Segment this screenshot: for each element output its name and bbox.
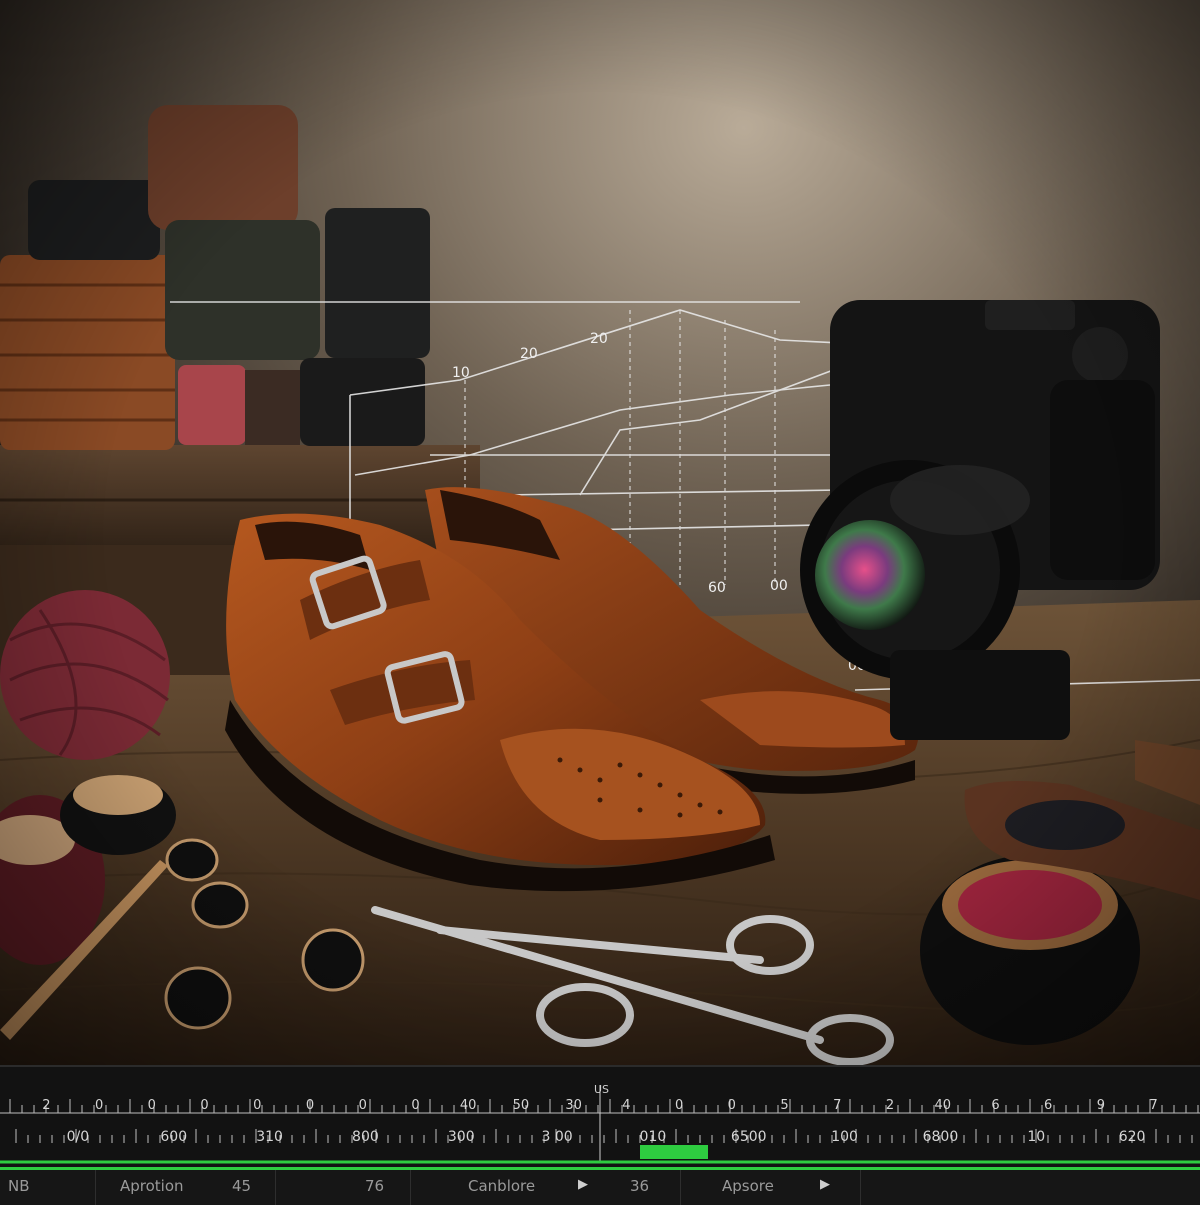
ruler-top-label: 30 (565, 1098, 582, 1113)
ruler-top-label: 0 (411, 1098, 419, 1113)
timeline-toolbar: NB Aprotion 45 76 Canblore ▶ 36 Apsore ▶ (0, 1167, 1200, 1205)
ruler-top-label: 40 (934, 1098, 951, 1113)
ruler-bottom-label: 600 (160, 1129, 187, 1145)
ruler-top-label: 7 (1149, 1098, 1157, 1113)
ruler-bottom-label: 010 (640, 1129, 667, 1145)
play-icon[interactable]: ▶ (578, 1177, 588, 1192)
ruler-bottom-label: 300 (448, 1129, 475, 1145)
ruler-top-label: 40 (460, 1098, 477, 1113)
ruler-top-label: 5 (780, 1098, 788, 1113)
ruler-top-label: 0 (675, 1098, 683, 1113)
ruler-top-label: 0 (306, 1098, 314, 1113)
ruler-top-label: 0 (728, 1098, 736, 1113)
play-icon-2[interactable]: ▶ (820, 1177, 830, 1192)
toolbar-item-aprotion[interactable]: Aprotion (120, 1177, 184, 1195)
ruler-bottom-label: 6500 (731, 1129, 767, 1145)
ruler-bottom-label: 100 (831, 1129, 858, 1145)
ruler-top-label: 0 (148, 1098, 156, 1113)
ruler-top-label: 6 (1044, 1098, 1052, 1113)
ruler-bottom-label: 620 (1119, 1129, 1146, 1145)
ruler-top-label: 6 (991, 1098, 999, 1113)
ruler-top-label: 0 (253, 1098, 261, 1113)
ruler-bottom-label: 800 (352, 1129, 379, 1145)
toolbar-item-value-45[interactable]: 45 (232, 1177, 251, 1195)
ruler-top-label: 0 (95, 1098, 103, 1113)
vignette (0, 0, 1200, 1065)
toolbar-item-canblore[interactable]: Canblore (468, 1177, 535, 1195)
toolbar-item-apsore[interactable]: Apsore (722, 1177, 774, 1195)
ruler-top-label: 2 (886, 1098, 894, 1113)
ruler-bottom-label: 10 (1027, 1129, 1045, 1145)
ruler-top-label: 4 (622, 1098, 630, 1113)
toolbar-item-nb[interactable]: NB (8, 1177, 30, 1195)
ruler-bottom-label: 0/0 (67, 1129, 90, 1145)
ruler-top-label: 0 (359, 1098, 367, 1113)
ruler-top-label: 7 (833, 1098, 841, 1113)
photo-scene: 20 20 10 60 00 00 00 (0, 0, 1200, 1065)
ruler-top-label: 0 (200, 1098, 208, 1113)
ruler-bottom-label: 310 (256, 1129, 283, 1145)
timeline-marker-label: US (594, 1083, 609, 1096)
timeline-ruler[interactable]: US 2 0 0 0 0 0 0 0 40 50 30 4 0 0 5 7 2 40 6 6 9 7 0/0 600 310 8… (0, 1067, 1200, 1167)
ruler-bottom-label: 6800 (923, 1129, 959, 1145)
ruler-top-label: 2 (42, 1098, 50, 1113)
playhead-highlight[interactable] (640, 1145, 708, 1159)
toolbar-item-value-76[interactable]: 76 (365, 1177, 384, 1195)
ruler-top-label: 50 (513, 1098, 530, 1113)
toolbar-item-value-36[interactable]: 36 (630, 1177, 649, 1195)
timeline-panel[interactable]: US 2 0 0 0 0 0 0 0 40 50 30 4 0 0 5 7 2 40 6 6 9 7 0/0 600 310 8… (0, 1065, 1200, 1205)
ruler-top-label: 9 (1097, 1098, 1105, 1113)
ruler-bottom-label: 3 00 (541, 1129, 572, 1145)
